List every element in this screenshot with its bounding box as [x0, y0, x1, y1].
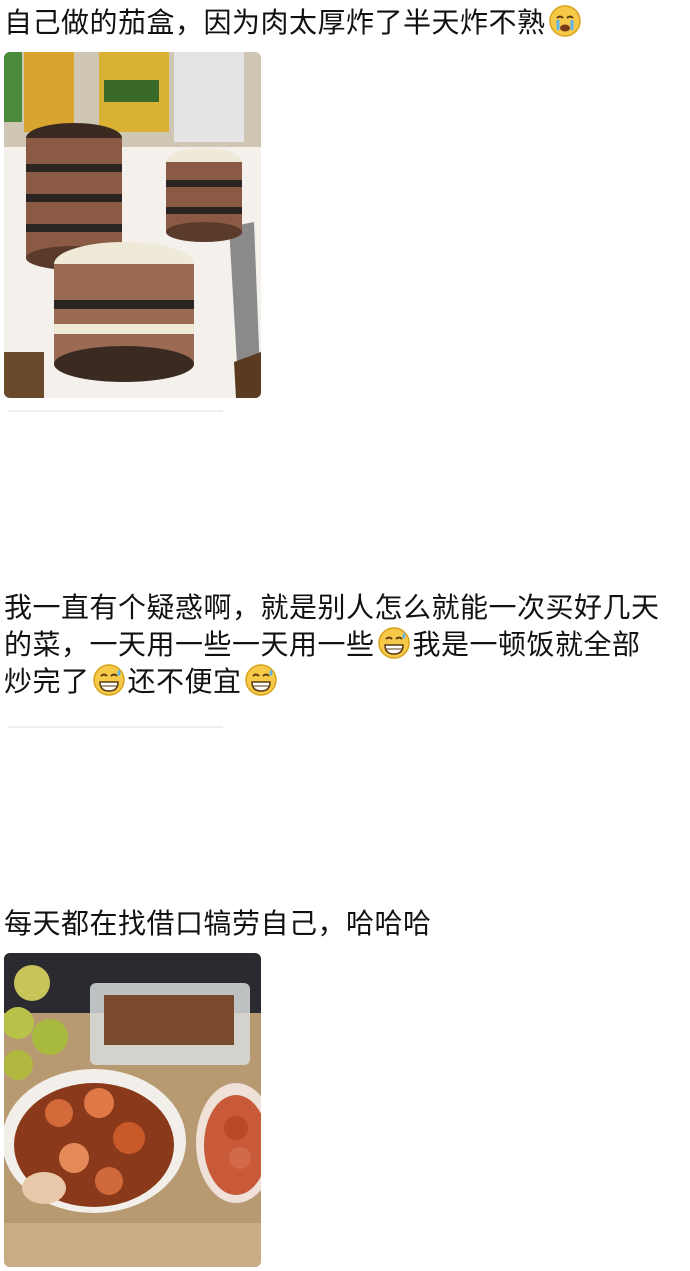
shrimp-stir-fry-photo[interactable] — [4, 953, 261, 1267]
sweat-grin-icon — [244, 663, 278, 697]
post-2-caption-part-3: 还不便宜 — [127, 665, 242, 698]
eggplant-meat-sandwich-photo[interactable] — [4, 52, 261, 398]
post-1-text: 自己做的茄盒，因为肉太厚炸了半天炸不熟 — [4, 4, 584, 41]
separator-line — [8, 410, 223, 412]
sweat-grin-icon — [92, 663, 126, 697]
post-1-caption: 自己做的茄盒，因为肉太厚炸了半天炸不熟 — [4, 6, 546, 39]
crying-face-icon — [548, 4, 582, 38]
post-3-caption: 每天都在找借口犒劳自己，哈哈哈 — [4, 907, 432, 940]
separator-line — [8, 726, 223, 728]
post-3-text: 每天都在找借口犒劳自己，哈哈哈 — [4, 906, 432, 942]
post-2-text: 我一直有个疑惑啊，就是别人怎么就能一次买好几天的菜，一天用一些一天用一些 我是一顿… — [4, 590, 664, 700]
sweat-grin-icon — [377, 626, 411, 660]
